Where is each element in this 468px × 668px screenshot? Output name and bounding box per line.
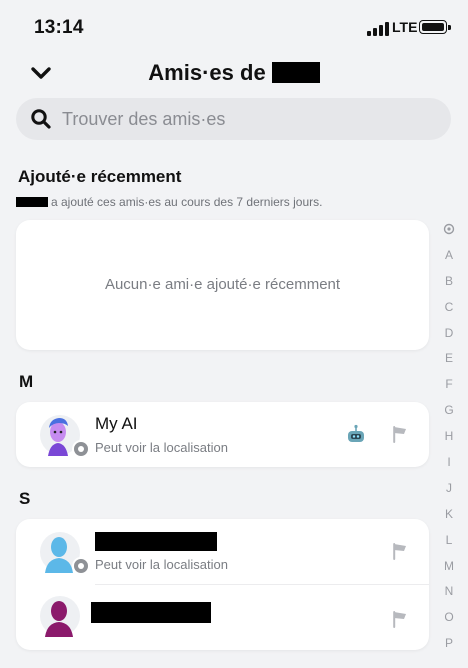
friend-status: Peut voir la localisation [95, 557, 228, 572]
flag-icon[interactable] [391, 425, 409, 443]
index-letter[interactable]: I [440, 454, 458, 480]
redacted-friend-name [91, 602, 211, 623]
search-bar[interactable] [16, 98, 451, 140]
flag-icon[interactable] [391, 542, 409, 560]
recent-empty-card: Aucun·e ami·e ajouté·e récemment [16, 220, 429, 350]
status-time: 13:14 [34, 17, 84, 38]
page-title: Amis·es de [0, 60, 468, 86]
index-letter[interactable]: K [440, 506, 458, 532]
section-header-m: M [19, 372, 34, 391]
index-letter[interactable]: F [440, 376, 458, 402]
signal-icon [367, 22, 389, 36]
index-letter[interactable]: P [440, 635, 458, 661]
redacted-friend-name [95, 532, 217, 551]
index-letter[interactable]: D [440, 325, 458, 351]
search-input[interactable] [62, 98, 435, 140]
friends-card-s: Peut voir la localisation [16, 519, 429, 650]
index-letter[interactable]: O [440, 609, 458, 635]
index-letter[interactable]: J [440, 480, 458, 506]
robot-icon [348, 424, 364, 442]
search-icon [31, 109, 51, 129]
recent-section-title: Ajouté·e récemment [18, 167, 182, 186]
index-letter[interactable]: G [440, 402, 458, 428]
index-letter[interactable]: E [440, 350, 458, 376]
redacted-username [16, 197, 48, 207]
index-letter[interactable]: A [440, 247, 458, 273]
index-letter[interactable]: C [440, 299, 458, 325]
friend-avatar-icon [40, 596, 80, 637]
friends-card-m: My AI Peut voir la localisation [16, 402, 429, 467]
friend-row-my-ai[interactable]: My AI Peut voir la localisation [16, 402, 429, 467]
friend-status: Peut voir la localisation [95, 440, 228, 455]
header: Amis·es de [0, 56, 468, 92]
friend-row[interactable]: Peut voir la localisation [16, 519, 429, 584]
friend-row[interactable] [16, 585, 429, 650]
recent-subtitle-text: a ajouté ces amis·es au cours des 7 dern… [51, 195, 323, 209]
recent-empty-text: Aucun·e ami·e ajouté·e récemment [104, 276, 341, 293]
index-letter[interactable]: H [440, 428, 458, 454]
index-letter[interactable]: M [440, 558, 458, 584]
location-badge-icon [72, 440, 90, 458]
index-letter[interactable]: N [440, 583, 458, 609]
index-letter[interactable]: B [440, 273, 458, 299]
redacted-username [271, 62, 320, 83]
battery-icon [419, 20, 451, 34]
page-title-text: Amis·es de [148, 60, 266, 85]
flag-icon[interactable] [391, 610, 409, 628]
index-location-icon[interactable] [440, 221, 458, 247]
friend-name: My AI [95, 414, 138, 433]
recent-section-subtitle: a ajouté ces amis·es au cours des 7 dern… [16, 195, 322, 209]
section-header-s: S [19, 489, 31, 508]
network-label: LTE [392, 19, 418, 35]
alphabet-index[interactable]: A B C D E F G H I J K L M N O P [440, 221, 458, 661]
index-letter[interactable]: L [440, 532, 458, 558]
location-badge-icon [72, 557, 90, 575]
status-bar: 13:14 LTE [0, 0, 468, 56]
